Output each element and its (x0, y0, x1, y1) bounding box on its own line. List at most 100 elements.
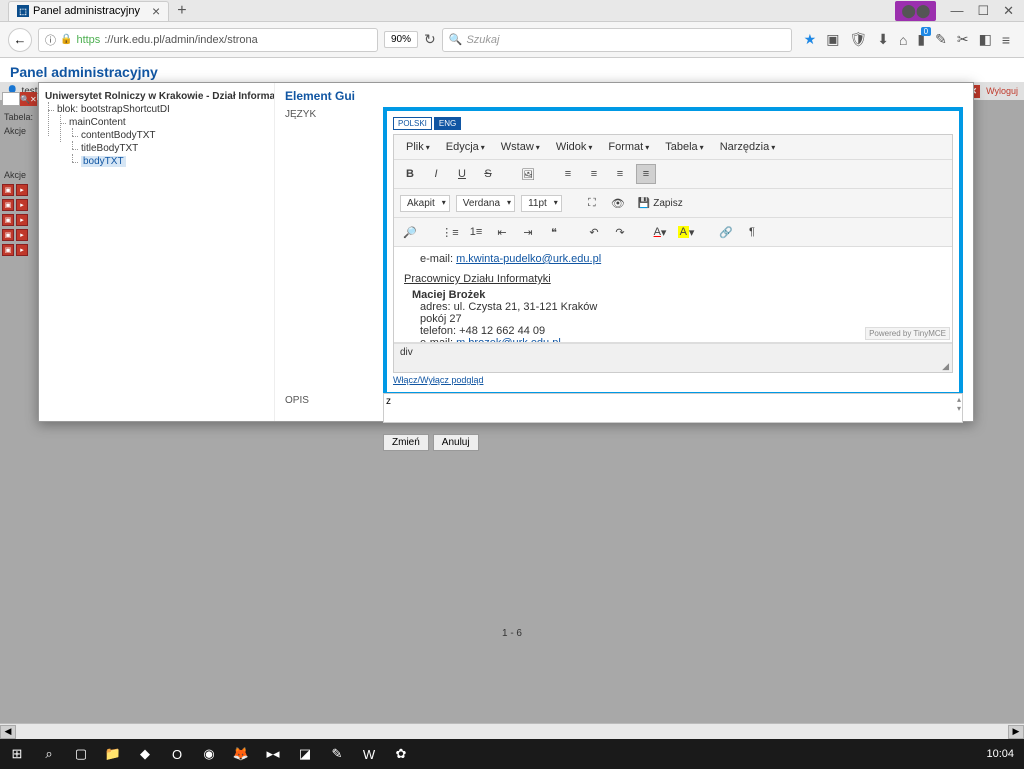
word-icon[interactable]: W (356, 741, 382, 767)
block-select[interactable]: Akapit (400, 195, 450, 212)
link-icon[interactable]: 🔗 (716, 222, 736, 242)
menu-edycja[interactable]: Edycja▾ (440, 139, 491, 155)
menu-plik[interactable]: Plik▾ (400, 139, 436, 155)
menu-icon[interactable]: ≡ (1002, 32, 1010, 48)
spin-down-icon[interactable]: ▾ (957, 404, 961, 413)
align-right-icon[interactable]: ≡ (610, 164, 630, 184)
action-btn[interactable]: ▸ (16, 184, 28, 196)
tree-root[interactable]: Uniwersytet Rolniczy w Krakowie - Dział … (45, 91, 268, 102)
url-bar[interactable]: ⓘ 🔒 https://urk.edu.pl/admin/index/stron… (38, 28, 378, 52)
close-window-icon[interactable]: ✕ (1003, 3, 1014, 19)
rail-search-input[interactable] (2, 92, 20, 106)
lang-tab-en[interactable]: ENG (434, 117, 461, 130)
app-icon[interactable]: ✿ (388, 741, 414, 767)
eyedropper-icon[interactable]: ✎ (935, 31, 947, 48)
tree-node[interactable]: mainContent contentBodyTXT titleBodyTXT … (57, 117, 268, 167)
action-btn[interactable]: ▣ (2, 199, 14, 211)
align-center-icon[interactable]: ≡ (584, 164, 604, 184)
extension-icon[interactable]: ✂ (957, 31, 969, 48)
menu-format[interactable]: Format▾ (602, 139, 655, 155)
resize-handle-icon[interactable]: ◢ (394, 361, 952, 372)
action-btn[interactable]: ▣ (2, 229, 14, 241)
tree-node[interactable]: titleBodyTXT (69, 143, 268, 154)
tree-node-selected[interactable]: bodyTXT (69, 156, 268, 167)
email-link[interactable]: m.kwinta-pudelko@urk.edu.pl (456, 253, 601, 265)
bullet-list-icon[interactable]: ⋮≡ (440, 222, 460, 242)
image-icon[interactable]: 🖼 (518, 164, 538, 184)
new-tab-button[interactable]: + (177, 2, 186, 20)
align-justify-icon[interactable]: ≡ (636, 164, 656, 184)
cancel-button[interactable]: Anuluj (433, 434, 479, 451)
lang-tab-pl[interactable]: POLSKI (393, 117, 432, 130)
sidebar-icon[interactable]: ◧ (979, 31, 992, 48)
action-btn[interactable]: ▣ (2, 244, 14, 256)
explorer-icon[interactable]: 📁 (100, 741, 126, 767)
submit-button[interactable]: Zmień (383, 434, 429, 451)
menu-widok[interactable]: Widok▾ (550, 139, 599, 155)
toggle-preview-link[interactable]: Włącz/Wyłącz podgląd (393, 375, 483, 385)
app-icon[interactable]: ◆ (132, 741, 158, 767)
maximize-icon[interactable]: ☐ (977, 3, 989, 19)
notification-icon[interactable]: ▮ (917, 31, 925, 48)
fullscreen-icon[interactable]: ⛶ (582, 193, 602, 213)
save-button[interactable]: 💾Zapisz (634, 196, 687, 211)
search-taskbar-icon[interactable]: ⌕ (36, 741, 62, 767)
indent-icon[interactable]: ⇥ (518, 222, 538, 242)
search-bar[interactable]: 🔍 Szukaj (442, 28, 792, 52)
action-btn[interactable]: ▣ (2, 184, 14, 196)
home-icon[interactable]: ⌂ (899, 32, 907, 48)
italic-icon[interactable]: I (426, 164, 446, 184)
tab-close-icon[interactable]: × (152, 3, 160, 19)
action-btn[interactable]: ▸ (16, 214, 28, 226)
logout-link[interactable]: Wyloguj (986, 86, 1018, 96)
start-icon[interactable]: ⊞ (4, 741, 30, 767)
textcolor-icon[interactable]: A▾ (650, 222, 670, 242)
app-icon[interactable]: ▸◂ (260, 741, 286, 767)
menu-narzedzia[interactable]: Narzędzia▾ (714, 139, 782, 155)
shield-icon[interactable]: 🛡 (849, 31, 867, 48)
mce-path[interactable]: div (400, 347, 413, 358)
app-icon[interactable]: ✎ (324, 741, 350, 767)
action-btn[interactable]: ▸ (16, 244, 28, 256)
clock[interactable]: 10:04 (986, 748, 1020, 760)
opera-icon[interactable]: O (164, 741, 190, 767)
paragraph-icon[interactable]: ¶ (742, 222, 762, 242)
opis-textarea[interactable] (383, 393, 963, 423)
menu-wstaw[interactable]: Wstaw▾ (495, 139, 546, 155)
redo-icon[interactable]: ↷ (610, 222, 630, 242)
tree-node[interactable]: contentBodyTXT (69, 130, 268, 141)
size-select[interactable]: 11pt (521, 195, 562, 212)
undo-icon[interactable]: ↶ (584, 222, 604, 242)
rail-search-btn[interactable]: 🔍 (20, 92, 30, 106)
tree-node[interactable]: blok: bootstrapShortcutDI mainContent co… (45, 104, 268, 167)
bold-icon[interactable]: B (400, 164, 420, 184)
font-select[interactable]: Verdana (456, 195, 515, 212)
action-btn[interactable]: ▸ (16, 229, 28, 241)
download-icon[interactable]: ⬇ (877, 31, 889, 48)
strike-icon[interactable]: S (478, 164, 498, 184)
minimize-icon[interactable]: — (950, 3, 963, 18)
chrome-icon[interactable]: ◉ (196, 741, 222, 767)
find-icon[interactable]: 🔎 (400, 222, 420, 242)
firefox-icon[interactable]: 🦊 (228, 741, 254, 767)
spin-up-icon[interactable]: ▴ (957, 395, 961, 404)
underline-icon[interactable]: U (452, 164, 472, 184)
back-button[interactable]: ← (8, 28, 32, 52)
reload-icon[interactable]: ↻ (424, 31, 436, 48)
taskview-icon[interactable]: ▢ (68, 741, 94, 767)
editor-content[interactable]: e-mail: m.kwinta-pudelko@urk.edu.pl Prac… (394, 247, 952, 343)
browser-tab[interactable]: ⬚ Panel administracyjny × (8, 1, 169, 21)
email-link[interactable]: m.brozek@urk.edu.pl (456, 337, 561, 343)
app-icon[interactable]: ◪ (292, 741, 318, 767)
bgcolor-icon[interactable]: A▾ (676, 222, 696, 242)
pocket-icon[interactable]: ▣ (826, 31, 839, 48)
vpn-badge-icon[interactable]: ⬤⬤ (895, 1, 936, 21)
horizontal-scrollbar[interactable]: ◀ ▶ (0, 723, 1024, 739)
align-left-icon[interactable]: ≡ (558, 164, 578, 184)
number-list-icon[interactable]: 1≡ (466, 222, 486, 242)
menu-tabela[interactable]: Tabela▾ (659, 139, 709, 155)
scroll-right-icon[interactable]: ▶ (1008, 725, 1024, 739)
action-btn[interactable]: ▸ (16, 199, 28, 211)
outdent-icon[interactable]: ⇤ (492, 222, 512, 242)
action-btn[interactable]: ▣ (2, 214, 14, 226)
